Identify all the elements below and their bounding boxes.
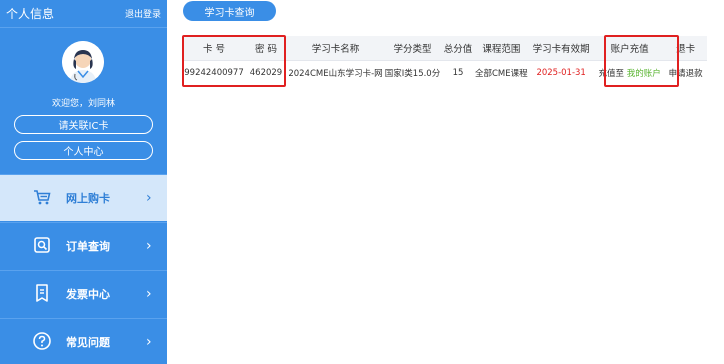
menu-label-order-query: 订单查询 bbox=[66, 240, 110, 253]
cell-card-name: 2024CME山东学习卡-网 bbox=[287, 59, 384, 86]
sidebar-title: 个人信息 bbox=[6, 7, 55, 21]
invoice-icon bbox=[32, 283, 52, 303]
logout-link[interactable]: 退出登录 bbox=[125, 7, 161, 20]
avatar bbox=[62, 41, 104, 83]
header-credit-type: 学分类型 bbox=[384, 36, 441, 60]
personal-center-button[interactable]: 个人中心 bbox=[14, 141, 153, 160]
chevron-right-icon: › bbox=[146, 334, 152, 350]
order-search-icon bbox=[32, 235, 52, 255]
sidebar-header: 个人信息 退出登录 bbox=[0, 0, 167, 28]
tab-card-query[interactable]: 学习卡查询 bbox=[183, 1, 276, 21]
menu-item-faq[interactable]: 常见问题 › bbox=[0, 318, 167, 364]
sidebar: 个人信息 退出登录 欢迎您，刘同林 请关联IC卡 个人中心 网上购卡 › 订单查… bbox=[0, 0, 167, 364]
welcome-text: 欢迎您，刘同林 bbox=[51, 99, 115, 109]
header-card-name: 学习卡名称 bbox=[287, 36, 384, 60]
menu-item-invoice-center[interactable]: 发票中心 › bbox=[0, 270, 167, 317]
chevron-right-icon: › bbox=[146, 286, 152, 302]
cart-icon bbox=[32, 187, 52, 207]
cell-total-score: 15 bbox=[441, 59, 475, 86]
chevron-right-icon: › bbox=[146, 190, 152, 206]
highlight-box-recharge bbox=[604, 35, 679, 87]
highlight-box-card-password bbox=[182, 35, 286, 87]
cell-credit-type: 国家I类15.0分 bbox=[384, 59, 441, 86]
menu-label-invoice-center: 发票中心 bbox=[66, 288, 110, 301]
header-expiry: 学习卡有效期 bbox=[527, 36, 595, 60]
cell-expiry: 2025-01-31 bbox=[527, 59, 595, 86]
cell-course-scope: 全部CME课程 bbox=[475, 59, 528, 86]
header-total-score: 总分值 bbox=[441, 36, 475, 60]
menu-label-faq: 常见问题 bbox=[66, 336, 110, 349]
chevron-right-icon: › bbox=[146, 238, 152, 254]
menu-item-order-query[interactable]: 订单查询 › bbox=[0, 222, 167, 269]
menu-label-buy-card: 网上购卡 bbox=[66, 192, 110, 205]
help-icon bbox=[32, 331, 52, 351]
menu-item-buy-card[interactable]: 网上购卡 › bbox=[0, 174, 167, 221]
header-course-scope: 课程范围 bbox=[475, 36, 528, 60]
bind-ic-card-button[interactable]: 请关联IC卡 bbox=[14, 115, 153, 134]
